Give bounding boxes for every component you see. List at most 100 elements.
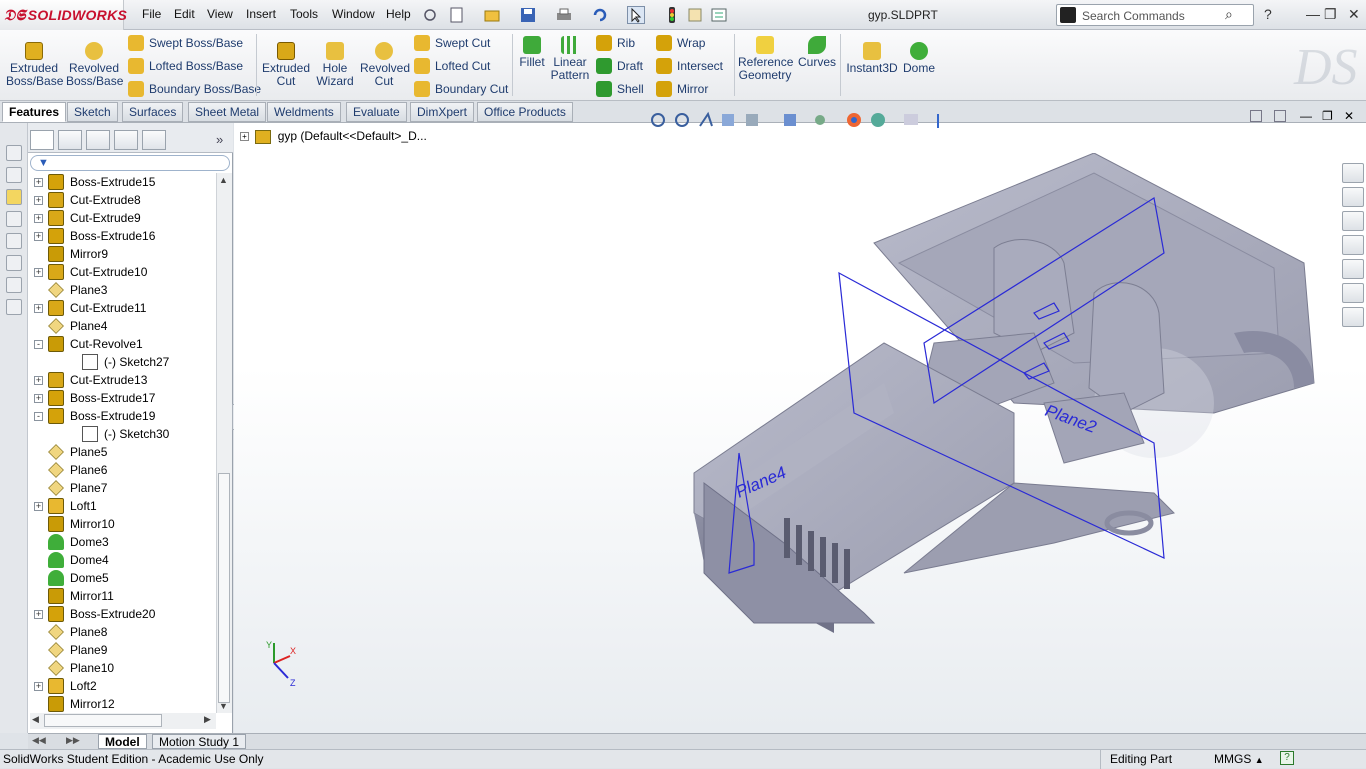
expand-icon[interactable]: + bbox=[34, 232, 43, 241]
tree-item-boss-extrude20[interactable]: + Boss-Extrude20 bbox=[28, 605, 218, 623]
minimize-icon[interactable]: — bbox=[1306, 6, 1320, 22]
extruded-cut-button[interactable]: Extruded Cut bbox=[262, 42, 310, 88]
collapse-icon[interactable]: - bbox=[34, 340, 43, 349]
mirror-button[interactable]: Mirror bbox=[656, 81, 708, 97]
vertical-scroll-thumb[interactable] bbox=[218, 473, 230, 703]
sketch-edit-icon[interactable] bbox=[6, 189, 22, 205]
boundary-cut-button[interactable]: Boundary Cut bbox=[414, 81, 508, 97]
smart-dimension-icon[interactable] bbox=[6, 145, 22, 161]
expand-icon[interactable]: + bbox=[34, 682, 43, 691]
expand-icon[interactable]: + bbox=[34, 376, 43, 385]
tree-item-mirror9[interactable]: Mirror9 bbox=[28, 245, 218, 263]
relations-icon[interactable] bbox=[6, 211, 22, 227]
scroll-up-arrow-icon[interactable]: ▲ bbox=[219, 175, 228, 185]
tree-item-boss-extrude15[interactable]: + Boss-Extrude15 bbox=[28, 173, 218, 191]
menu-help[interactable]: Help bbox=[386, 7, 411, 21]
swept-boss-button[interactable]: Swept Boss/Base bbox=[128, 35, 243, 51]
tab-model[interactable]: Model bbox=[98, 734, 147, 749]
menu-edit[interactable]: Edit bbox=[174, 7, 195, 21]
dome-button[interactable]: Dome bbox=[902, 42, 936, 75]
tree-item-mirror11[interactable]: Mirror11 bbox=[28, 587, 218, 605]
tab-surfaces[interactable]: Surfaces bbox=[122, 102, 184, 122]
display-manager-tab-icon[interactable] bbox=[142, 130, 166, 150]
solidworks-resources-icon[interactable] bbox=[1342, 163, 1364, 183]
home-icon[interactable] bbox=[1342, 187, 1364, 207]
appearances-icon[interactable] bbox=[1342, 283, 1364, 303]
reference-geometry-button[interactable]: Reference Geometry bbox=[738, 36, 793, 82]
options-icon[interactable] bbox=[710, 6, 728, 24]
print-icon[interactable] bbox=[555, 6, 573, 24]
menu-insert[interactable]: Insert bbox=[246, 7, 276, 21]
restore-icon[interactable]: ❐ bbox=[1324, 6, 1337, 23]
tree-item-mirror10[interactable]: Mirror10 bbox=[28, 515, 218, 533]
menu-tools[interactable]: Tools bbox=[290, 7, 318, 21]
undo-icon[interactable] bbox=[591, 6, 609, 24]
select-cursor-icon[interactable] bbox=[627, 6, 645, 24]
first-tab-arrow-icon[interactable]: ◀◀ bbox=[32, 735, 46, 746]
swept-cut-button[interactable]: Swept Cut bbox=[414, 35, 490, 51]
tree-vertical-scrollbar[interactable]: ▲ ▼ bbox=[216, 173, 232, 713]
expand-panel-icon[interactable]: » bbox=[216, 132, 223, 147]
tree-item-dome4[interactable]: Dome4 bbox=[28, 551, 218, 569]
tab-dimxpert[interactable]: DimXpert bbox=[410, 102, 475, 122]
close-icon[interactable]: ✕ bbox=[1348, 6, 1360, 23]
scroll-down-arrow-icon[interactable]: ▼ bbox=[219, 701, 228, 711]
feature-tree-tab-icon[interactable] bbox=[30, 130, 54, 150]
solidworks-logo[interactable]: 𝔇𝕾 SOLIDWORKS bbox=[0, 0, 127, 30]
tree-item-cut-extrude9[interactable]: + Cut-Extrude9 bbox=[28, 209, 218, 227]
open-folder-icon[interactable] bbox=[483, 6, 501, 24]
expand-icon[interactable]: + bbox=[34, 196, 43, 205]
tree-item-mirror12[interactable]: Mirror12 bbox=[28, 695, 218, 713]
tree-item-boss-extrude19[interactable]: - Boss-Extrude19 bbox=[28, 407, 218, 425]
tree-item-sketch27[interactable]: (-) Sketch27 bbox=[28, 353, 218, 371]
view-split-icon[interactable] bbox=[1250, 110, 1262, 122]
tree-item-plane10[interactable]: Plane10 bbox=[28, 659, 218, 677]
tree-item-dome3[interactable]: Dome3 bbox=[28, 533, 218, 551]
expand-icon[interactable]: + bbox=[34, 304, 43, 313]
tab-features[interactable]: Features bbox=[2, 102, 67, 122]
expand-icon[interactable]: + bbox=[34, 502, 43, 511]
tree-item-loft1[interactable]: + Loft1 bbox=[28, 497, 218, 515]
graphics-area[interactable]: + gyp (Default<<Default>_D... — ❐ ✕ Plan… bbox=[234, 109, 1366, 733]
viewport-close-icon[interactable]: ✕ bbox=[1344, 109, 1354, 123]
menu-window[interactable]: Window bbox=[332, 7, 375, 21]
file-properties-icon[interactable] bbox=[686, 6, 704, 24]
lofted-cut-button[interactable]: Lofted Cut bbox=[414, 58, 490, 74]
file-explorer-icon[interactable] bbox=[1342, 235, 1364, 255]
configuration-manager-tab-icon[interactable] bbox=[86, 130, 110, 150]
tree-item-cut-extrude10[interactable]: + Cut-Extrude10 bbox=[28, 263, 218, 281]
search-icon[interactable]: ⌕ bbox=[1225, 6, 1233, 23]
design-library-icon[interactable] bbox=[1342, 211, 1364, 231]
revolved-boss-button[interactable]: Revolved Boss/Base bbox=[66, 42, 123, 88]
draft-button[interactable]: Draft bbox=[596, 58, 643, 74]
dimxpert-manager-tab-icon[interactable] bbox=[114, 130, 138, 150]
horizontal-scroll-thumb[interactable] bbox=[44, 714, 162, 727]
custom-properties-icon[interactable] bbox=[1342, 307, 1364, 327]
tree-item-boss-extrude17[interactable]: + Boss-Extrude17 bbox=[28, 389, 218, 407]
collapse-icon[interactable]: - bbox=[34, 412, 43, 421]
tree-item-boss-extrude16[interactable]: + Boss-Extrude16 bbox=[28, 227, 218, 245]
units-selector[interactable]: MMGS ▲ bbox=[1214, 752, 1264, 766]
expand-icon[interactable]: + bbox=[34, 394, 43, 403]
menu-file[interactable]: File bbox=[142, 7, 161, 21]
tree-filter-input[interactable]: ▼ bbox=[30, 155, 230, 171]
tree-item-cut-revolve1[interactable]: - Cut-Revolve1 bbox=[28, 335, 218, 353]
jeep-model-render[interactable]: Plane4 Plane2 bbox=[454, 153, 1334, 673]
display-icon[interactable] bbox=[6, 233, 22, 249]
boundary-boss-button[interactable]: Boundary Boss/Base bbox=[128, 81, 261, 97]
tree-item-cut-extrude8[interactable]: + Cut-Extrude8 bbox=[28, 191, 218, 209]
tree-horizontal-scrollbar[interactable]: ◀ ▶ bbox=[30, 713, 216, 729]
new-document-icon[interactable] bbox=[448, 6, 466, 24]
help-icon[interactable]: ? bbox=[1264, 6, 1272, 22]
expand-icon[interactable]: + bbox=[34, 610, 43, 619]
lock-icon[interactable] bbox=[6, 255, 22, 271]
quick-tips-help-icon[interactable]: ? bbox=[1280, 751, 1294, 765]
menu-view[interactable]: View bbox=[207, 7, 233, 21]
intersect-button[interactable]: Intersect bbox=[656, 58, 723, 74]
view-palette-icon[interactable] bbox=[1342, 259, 1364, 279]
wrap-button[interactable]: Wrap bbox=[656, 35, 705, 51]
fillet-button[interactable]: Fillet bbox=[516, 36, 548, 69]
instant3d-button[interactable]: Instant3D bbox=[846, 42, 898, 75]
tree-item-plane8[interactable]: Plane8 bbox=[28, 623, 218, 641]
shell-button[interactable]: Shell bbox=[596, 81, 644, 97]
